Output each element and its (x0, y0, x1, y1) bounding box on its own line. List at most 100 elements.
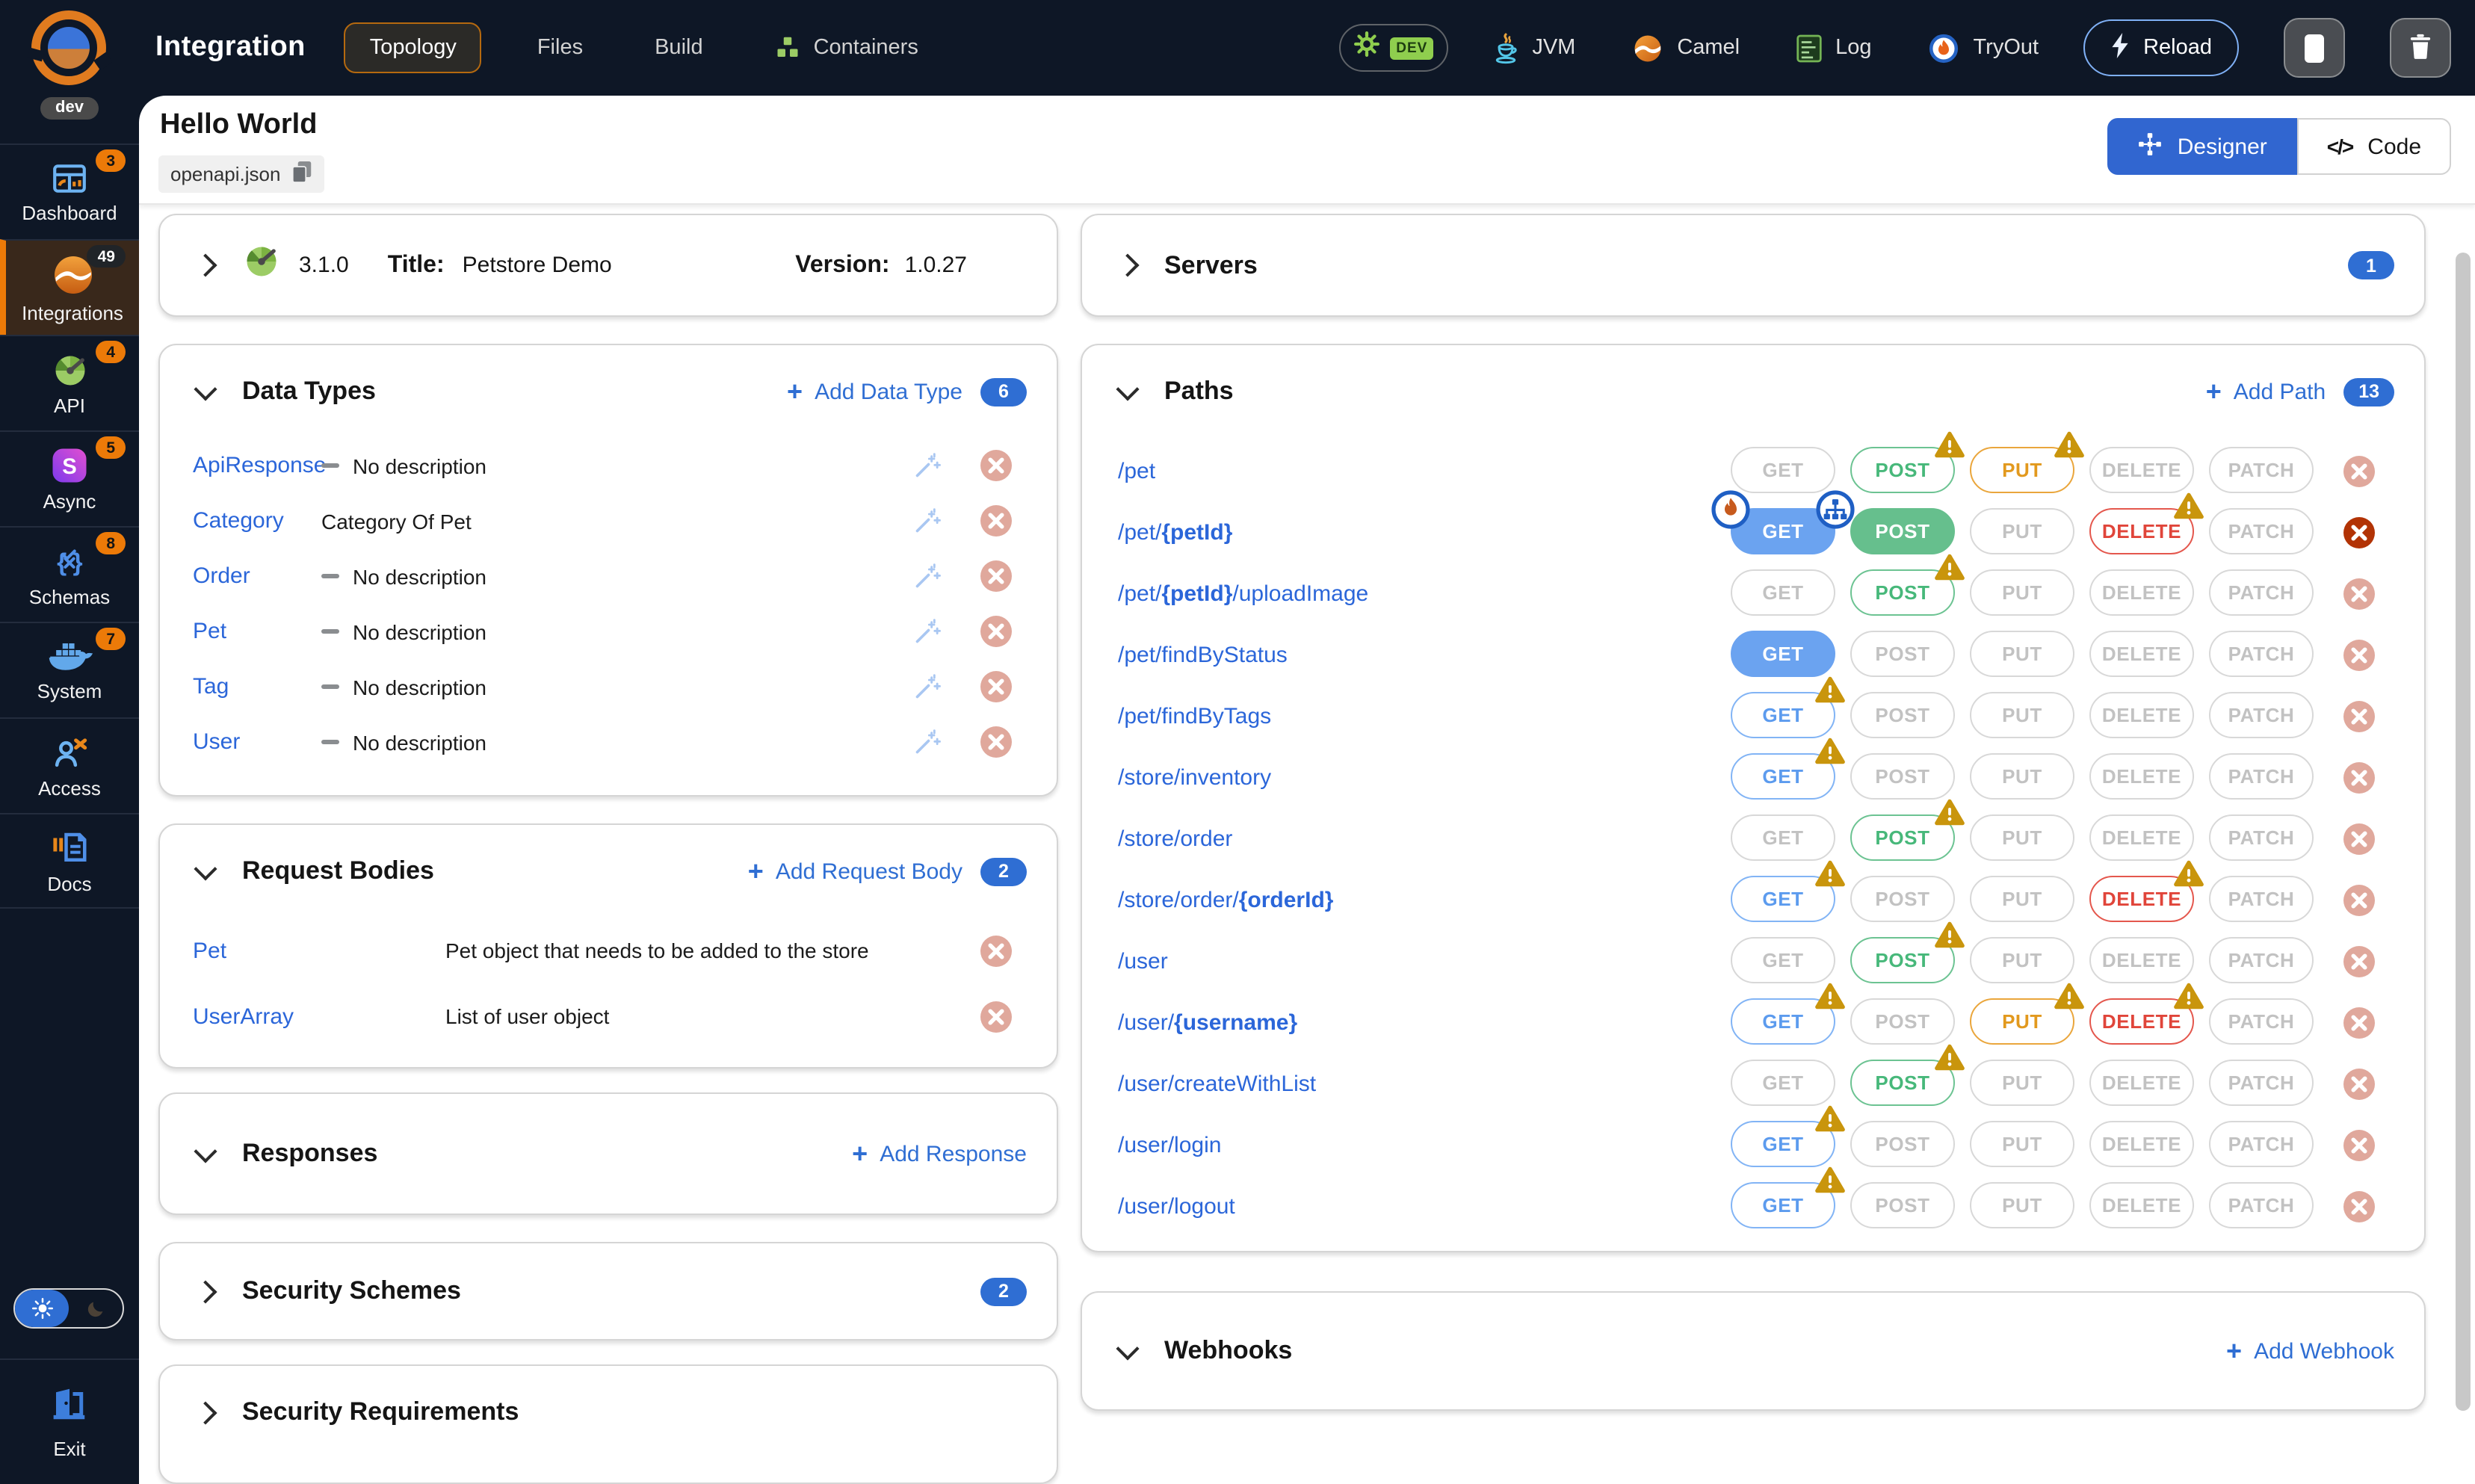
chevron-down-icon[interactable] (1116, 1336, 1139, 1359)
method-patch-button[interactable]: PATCH (2209, 447, 2314, 493)
wand-icon[interactable] (912, 506, 942, 536)
path-link[interactable]: /pet/findByStatus (1118, 643, 1288, 668)
scrollbar-thumb[interactable] (2456, 253, 2471, 1411)
method-post-button[interactable]: POST (1850, 814, 1955, 861)
data-type-link[interactable]: User (193, 729, 321, 755)
method-get-button[interactable]: GET (1731, 569, 1835, 616)
method-post-button[interactable]: POST (1850, 998, 1955, 1045)
delete-path-button[interactable] (2343, 946, 2375, 977)
wand-icon[interactable] (912, 561, 942, 591)
request-body-link[interactable]: UserArray (193, 1004, 445, 1029)
tab-build[interactable]: Build (638, 22, 720, 73)
delete-request-body-button[interactable] (980, 1001, 1012, 1032)
delete-data-type-button[interactable] (980, 726, 1012, 758)
data-type-link[interactable]: Tag (193, 674, 321, 699)
method-delete-button[interactable]: DELETE (2089, 937, 2194, 983)
chevron-down-icon[interactable] (194, 1139, 217, 1162)
file-chip[interactable]: openapi.json (158, 155, 324, 193)
delete-path-button[interactable] (2343, 1069, 2375, 1100)
method-put-button[interactable]: PUT (1970, 1121, 2074, 1167)
method-patch-button[interactable]: PATCH (2209, 1121, 2314, 1167)
delete-path-button[interactable] (2343, 517, 2375, 548)
method-patch-button[interactable]: PATCH (2209, 814, 2314, 861)
add-data-type-button[interactable]: +Add Data Type (787, 378, 962, 405)
tab-containers[interactable]: Containers (758, 21, 935, 75)
method-get-button[interactable]: GET (1731, 508, 1835, 554)
chevron-right-icon[interactable] (194, 253, 217, 276)
method-put-button[interactable]: PUT (1970, 753, 2074, 800)
method-put-button[interactable]: PUT (1970, 447, 2074, 493)
method-put-button[interactable]: PUT (1970, 692, 2074, 738)
tab-files[interactable]: Files (521, 22, 599, 73)
delete-data-type-button[interactable] (980, 560, 1012, 592)
method-delete-button[interactable]: DELETE (2089, 631, 2194, 677)
delete-data-type-button[interactable] (980, 450, 1012, 481)
delete-path-button[interactable] (2343, 762, 2375, 794)
delete-request-body-button[interactable] (980, 935, 1012, 966)
method-post-button[interactable]: POST (1850, 508, 1955, 554)
add-request-body-button[interactable]: +Add Request Body (748, 858, 962, 885)
topbar-action-camel[interactable]: Camel (1632, 32, 1740, 64)
method-get-button[interactable]: GET (1731, 876, 1835, 922)
path-link[interactable]: /pet/findByTags (1118, 704, 1271, 729)
method-put-button[interactable]: PUT (1970, 1182, 2074, 1228)
method-put-button[interactable]: PUT (1970, 814, 2074, 861)
method-delete-button[interactable]: DELETE (2089, 1060, 2194, 1106)
topbar-action-log[interactable]: Log (1796, 34, 1871, 62)
method-delete-button[interactable]: DELETE (2089, 876, 2194, 922)
theme-toggle[interactable] (13, 1288, 124, 1329)
method-patch-button[interactable]: PATCH (2209, 753, 2314, 800)
method-put-button[interactable]: PUT (1970, 876, 2074, 922)
topbar-action-tryout[interactable]: TryOut (1929, 32, 2039, 64)
method-put-button[interactable]: PUT (1970, 937, 2074, 983)
method-delete-button[interactable]: DELETE (2089, 814, 2194, 861)
method-post-button[interactable]: POST (1850, 447, 1955, 493)
method-get-button[interactable]: GET (1731, 753, 1835, 800)
wand-icon[interactable] (912, 727, 942, 757)
sidebar-item-dashboard[interactable]: 3Dashboard (0, 143, 139, 239)
delete-path-button[interactable] (2343, 1191, 2375, 1222)
method-delete-button[interactable]: DELETE (2089, 508, 2194, 554)
method-post-button[interactable]: POST (1850, 631, 1955, 677)
method-patch-button[interactable]: PATCH (2209, 1182, 2314, 1228)
method-get-button[interactable]: GET (1731, 814, 1835, 861)
method-delete-button[interactable]: DELETE (2089, 753, 2194, 800)
method-patch-button[interactable]: PATCH (2209, 998, 2314, 1045)
method-patch-button[interactable]: PATCH (2209, 1060, 2314, 1106)
method-get-button[interactable]: GET (1731, 998, 1835, 1045)
dark-mode-moon-icon[interactable] (69, 1290, 123, 1327)
method-delete-button[interactable]: DELETE (2089, 569, 2194, 616)
delete-path-button[interactable] (2343, 823, 2375, 855)
path-link[interactable]: /user/login (1118, 1133, 1221, 1158)
add-response-button[interactable]: +Add Response (852, 1140, 1027, 1167)
method-get-button[interactable]: GET (1731, 937, 1835, 983)
method-patch-button[interactable]: PATCH (2209, 508, 2314, 554)
path-link[interactable]: /pet/{petId} (1118, 520, 1232, 545)
sidebar-item-access[interactable]: Access (0, 717, 139, 813)
method-get-button[interactable]: GET (1731, 1182, 1835, 1228)
chevron-right-icon[interactable] (1116, 253, 1139, 276)
path-link[interactable]: /pet/{petId}/uploadImage (1118, 581, 1368, 607)
sidebar-item-integrations[interactable]: 49Integrations (0, 239, 139, 335)
sidebar-item-async[interactable]: 5SAsync (0, 430, 139, 526)
path-link[interactable]: /store/order/{orderId} (1118, 888, 1333, 913)
method-delete-button[interactable]: DELETE (2089, 692, 2194, 738)
wand-icon[interactable] (912, 672, 942, 702)
data-type-link[interactable]: Pet (193, 619, 321, 644)
light-mode-sun-icon[interactable] (15, 1290, 69, 1327)
method-post-button[interactable]: POST (1850, 753, 1955, 800)
path-link[interactable]: /user/createWithList (1118, 1072, 1316, 1097)
method-put-button[interactable]: PUT (1970, 508, 2074, 554)
chevron-down-icon[interactable] (194, 377, 217, 400)
delete-path-button[interactable] (2343, 701, 2375, 732)
method-get-button[interactable]: GET (1731, 1060, 1835, 1106)
method-patch-button[interactable]: PATCH (2209, 569, 2314, 616)
designer-tab[interactable]: Designer (2107, 118, 2297, 175)
chevron-right-icon[interactable] (194, 1279, 217, 1302)
method-post-button[interactable]: POST (1850, 1060, 1955, 1106)
data-type-link[interactable]: Category (193, 508, 321, 534)
delete-path-button[interactable] (2343, 640, 2375, 671)
delete-path-button[interactable] (2343, 885, 2375, 916)
method-put-button[interactable]: PUT (1970, 1060, 2074, 1106)
wand-icon[interactable] (912, 451, 942, 480)
